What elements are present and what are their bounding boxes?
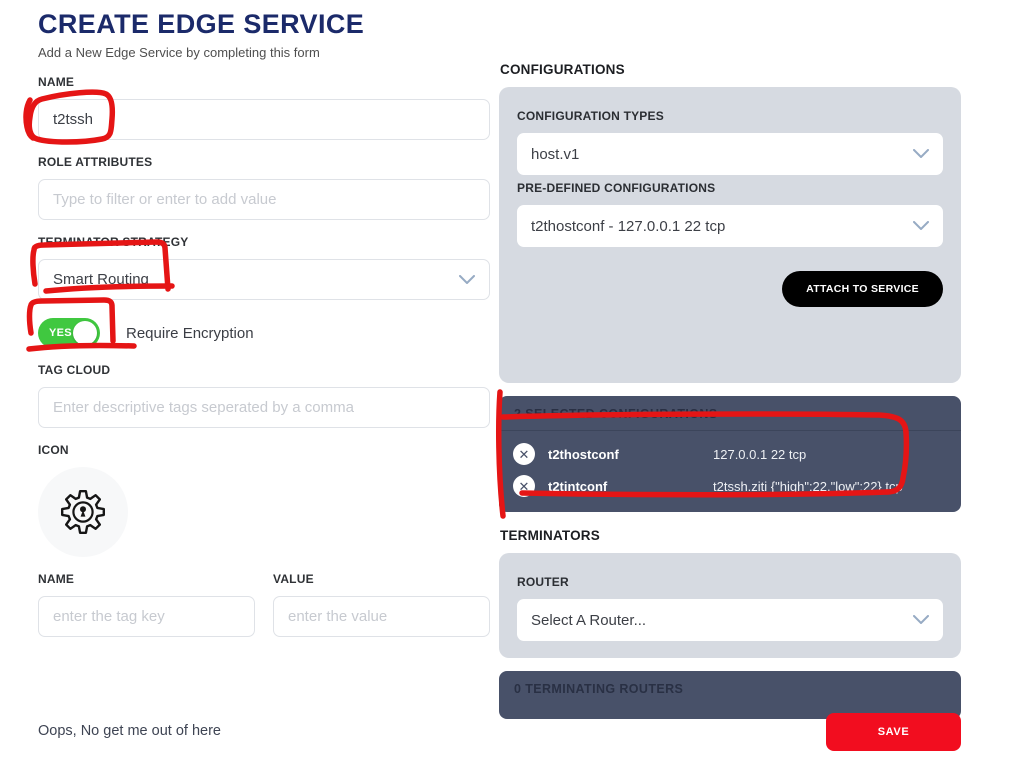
configuration-value: t2tssh.ziti {"high":22,"low":22} tcp xyxy=(713,479,903,494)
predefined-configurations-label: PRE-DEFINED CONFIGURATIONS xyxy=(517,181,943,195)
page-subtitle: Add a New Edge Service by completing thi… xyxy=(38,45,490,60)
terminator-strategy-label: TERMINATOR STRATEGY xyxy=(38,235,490,249)
selected-configurations-header: 2 SELECTED CONFIGURATIONS xyxy=(499,396,961,431)
configurations-panel: CONFIGURATION TYPES host.v1 PRE-DEFINED … xyxy=(499,87,961,383)
router-value: Select A Router... xyxy=(531,612,646,629)
tag-cloud-label: TAG CLOUD xyxy=(38,363,490,377)
configuration-name: t2thostconf xyxy=(548,447,700,462)
save-button[interactable]: SAVE xyxy=(826,713,961,751)
tag-value-label: VALUE xyxy=(273,572,490,586)
terminator-strategy-value: Smart Routing xyxy=(53,271,149,288)
tag-key-input[interactable] xyxy=(38,596,255,637)
configurations-column: CONFIGURATIONS CONFIGURATION TYPES host.… xyxy=(499,62,961,719)
terminators-panel: ROUTER Select A Router... xyxy=(499,553,961,658)
tag-name-label: NAME xyxy=(38,572,255,586)
cancel-escape-link[interactable]: Oops, No get me out of here xyxy=(38,723,221,739)
configuration-name: t2tintconf xyxy=(548,479,700,494)
configuration-value: 127.0.0.1 22 tcp xyxy=(713,447,806,462)
configuration-types-value: host.v1 xyxy=(531,146,579,163)
configuration-types-label: CONFIGURATION TYPES xyxy=(517,109,943,123)
require-encryption-label: Require Encryption xyxy=(126,325,254,342)
configurations-heading: CONFIGURATIONS xyxy=(500,62,961,77)
page-title: CREATE EDGE SERVICE xyxy=(38,10,490,38)
encryption-row: YES Require Encryption xyxy=(38,318,490,348)
gear-lock-icon xyxy=(59,488,107,536)
service-icon-picker[interactable] xyxy=(38,467,128,557)
terminator-strategy-select[interactable]: Smart Routing xyxy=(38,259,490,300)
annotation-name-hook xyxy=(26,100,33,138)
tag-cloud-input[interactable] xyxy=(38,387,490,428)
predefined-configurations-value: t2thostconf - 127.0.0.1 22 tcp xyxy=(531,218,725,235)
attach-to-service-button[interactable]: ATTACH TO SERVICE xyxy=(782,271,943,307)
chevron-down-icon xyxy=(459,275,475,285)
selected-configurations-panel: 2 SELECTED CONFIGURATIONS ✕ t2thostconf … xyxy=(499,396,961,512)
form-column: CREATE EDGE SERVICE Add a New Edge Servi… xyxy=(38,10,490,637)
terminating-routers-header: 0 TERMINATING ROUTERS xyxy=(499,671,961,705)
icon-label: ICON xyxy=(38,443,490,457)
create-edge-service-page: CREATE EDGE SERVICE Add a New Edge Servi… xyxy=(0,0,1021,773)
router-label: ROUTER xyxy=(517,575,943,589)
role-attributes-input[interactable] xyxy=(38,179,490,220)
chevron-down-icon xyxy=(913,149,929,159)
name-input[interactable] xyxy=(38,99,490,140)
name-label: NAME xyxy=(38,75,490,89)
router-select[interactable]: Select A Router... xyxy=(517,599,943,641)
configuration-types-select[interactable]: host.v1 xyxy=(517,133,943,175)
chevron-down-icon xyxy=(913,615,929,625)
circle-x-icon[interactable]: ✕ xyxy=(513,443,535,465)
require-encryption-toggle[interactable]: YES xyxy=(38,318,100,348)
circle-x-icon[interactable]: ✕ xyxy=(513,475,535,497)
terminating-routers-panel: 0 TERMINATING ROUTERS xyxy=(499,671,961,719)
selected-configurations-list: ✕ t2thostconf 127.0.0.1 22 tcp ✕ t2tintc… xyxy=(499,431,961,512)
selected-configuration-row: ✕ t2thostconf 127.0.0.1 22 tcp xyxy=(499,438,961,470)
terminators-heading: TERMINATORS xyxy=(500,528,961,543)
toggle-knob xyxy=(73,321,97,345)
custom-tag-row: NAME VALUE xyxy=(38,557,490,637)
selected-configuration-row: ✕ t2tintconf t2tssh.ziti {"high":22,"low… xyxy=(499,470,961,502)
predefined-configurations-select[interactable]: t2thostconf - 127.0.0.1 22 tcp xyxy=(517,205,943,247)
chevron-down-icon xyxy=(913,221,929,231)
tag-value-input[interactable] xyxy=(273,596,490,637)
role-attributes-label: ROLE ATTRIBUTES xyxy=(38,155,490,169)
toggle-state-label: YES xyxy=(49,327,72,339)
